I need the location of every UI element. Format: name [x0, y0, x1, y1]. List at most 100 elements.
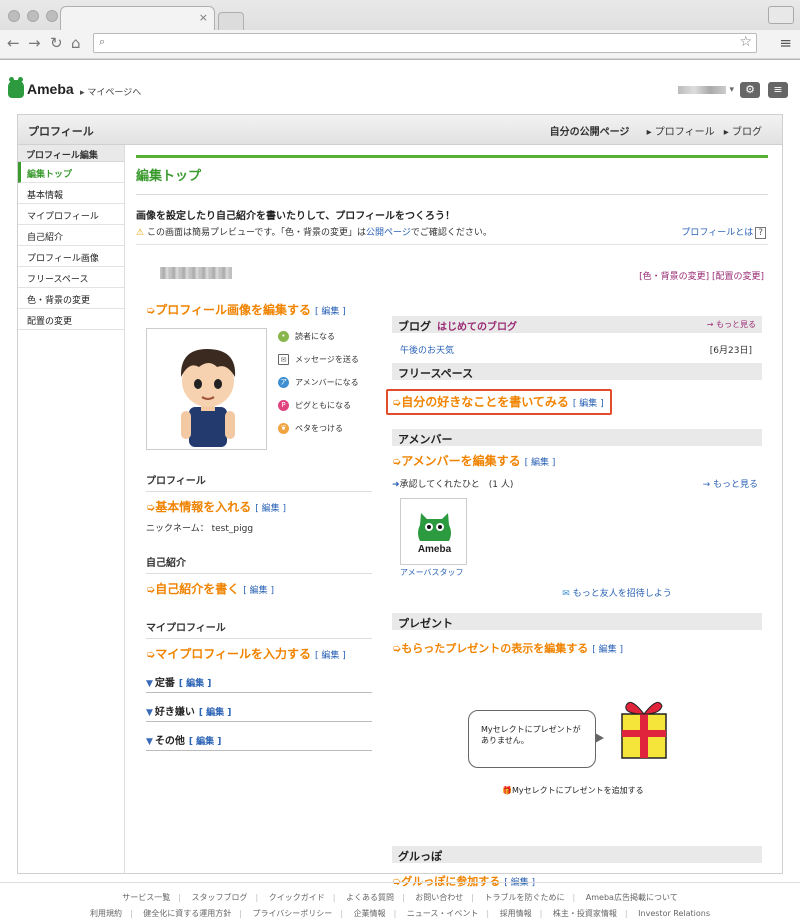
new-tab-button[interactable]	[218, 12, 244, 30]
profile-section-title: プロフィール	[146, 472, 372, 492]
edit-link[interactable]: [ 編集 ]	[592, 645, 623, 655]
title-rule	[136, 155, 768, 158]
footer: サービス一覧 | スタッフブログ | クイックガイド | よくある質問 | お問い合わせ…	[0, 882, 800, 924]
free-space-highlight: ➭自分の好きなことを書いてみる [ 編集 ]	[386, 389, 612, 415]
blog-entry-row: 午後のお天気 [6月23日]	[392, 333, 762, 363]
footer-link[interactable]: スタッフブログ	[192, 893, 248, 902]
arrow-right-icon: ➭	[392, 642, 402, 655]
sidebar-item-self-intro[interactable]: 自己紹介	[18, 225, 124, 246]
browser-menu-icon[interactable]: ≡	[779, 34, 792, 52]
back-icon[interactable]: ←	[7, 34, 20, 52]
minimize-window-icon[interactable]	[27, 10, 39, 22]
blog-more-link[interactable]: → もっと見る	[707, 319, 756, 330]
blog-entry-date: [6月23日]	[709, 346, 752, 356]
sidebar-item-free-space[interactable]: フリースペース	[18, 267, 124, 288]
footer-link[interactable]: ニュース・イベント	[407, 909, 479, 918]
add-present-link[interactable]: 🎁Myセレクトにプレゼントを追加する	[502, 786, 652, 796]
public-page-link[interactable]: 自分の公開ページ	[550, 127, 630, 138]
arrow-right-icon: ➭	[392, 396, 402, 409]
footer-link[interactable]: 利用規約	[90, 909, 122, 918]
fullscreen-button[interactable]	[768, 6, 794, 24]
send-message-link[interactable]: ✉ メッセージを送る	[278, 348, 359, 371]
become-amember-link[interactable]: アアメンバーになる	[278, 371, 359, 394]
edit-link[interactable]: [ 編集 ]	[573, 399, 604, 409]
present-area: Myセレクトにプレゼントが ありません。 🎁Myセレクトにプレゼントを追加する	[392, 656, 762, 806]
basic-info-link[interactable]: ➭基本情報を入れる	[146, 500, 251, 514]
triangle-down-icon: ▼	[146, 679, 153, 689]
footer-link[interactable]: Ameba広告掲載について	[586, 893, 678, 902]
input-myprofile-link[interactable]: ➭マイプロフィールを入力する	[146, 647, 311, 661]
nickname: ニックネーム： test_pigg	[146, 524, 254, 534]
user-menu[interactable]: ▾	[678, 85, 734, 95]
svg-text:Ameba: Ameba	[418, 544, 452, 555]
write-free-space-link[interactable]: ➭自分の好きなことを書いてみる	[392, 395, 569, 409]
ameba-logo[interactable]: Ameba	[8, 77, 74, 98]
menu-button[interactable]: ≡	[768, 82, 788, 98]
edit-amember-link[interactable]: ➭アメンバーを編集する	[392, 454, 521, 468]
bookmark-star-icon[interactable]: ☆	[739, 34, 752, 50]
edit-link[interactable]: [ 編集 ]	[255, 504, 286, 514]
forward-icon[interactable]: →	[28, 34, 41, 52]
close-window-icon[interactable]	[8, 10, 20, 22]
sidebar-item-basic-info[interactable]: 基本情報	[18, 183, 124, 204]
amember-more-link[interactable]: → もっと見る	[703, 477, 758, 490]
footer-link[interactable]: トラブルを防ぐために	[485, 893, 565, 902]
edit-link[interactable]: [ 編集 ]	[525, 458, 556, 468]
about-profile-link[interactable]: プロフィールとは?	[681, 225, 766, 239]
edit-link[interactable]: [ 編集 ]	[315, 307, 346, 317]
write-intro-link[interactable]: ➭自己紹介を書く	[146, 582, 239, 596]
address-bar[interactable]: ⌕ ☆	[93, 33, 757, 53]
profile-link[interactable]: ▸ プロフィール	[647, 127, 715, 138]
footer-link[interactable]: サービス一覧	[122, 893, 170, 902]
edit-profile-image-link[interactable]: ➭プロフィール画像を編集する	[146, 303, 311, 317]
close-tab-icon[interactable]: ×	[199, 11, 208, 24]
edit-link[interactable]: [ 編集 ]	[315, 651, 346, 661]
footer-link[interactable]: クイックガイド	[269, 893, 325, 902]
peta-link[interactable]: ❦ ペタをつける	[278, 417, 359, 440]
avatar[interactable]	[146, 328, 267, 450]
blog-name-link[interactable]: はじめてのブログ	[437, 322, 517, 333]
zoom-window-icon[interactable]	[46, 10, 58, 22]
footer-link[interactable]: 株主・投資家情報	[553, 909, 617, 918]
list-icon: ≡	[773, 83, 783, 96]
color-layout-links[interactable]: [色・背景の変更] [配置の変更]	[639, 269, 764, 282]
intro-text: 画像を設定したり自己紹介を書いたりして、プロフィールをつくろう！	[136, 211, 455, 222]
sidebar-item-layout[interactable]: 配置の変更	[18, 309, 124, 330]
toggle-other[interactable]: ▼ その他[ 編集 ]	[146, 732, 372, 751]
footer-link[interactable]: お問い合わせ	[415, 893, 463, 902]
blog-entry-link[interactable]: 午後のお天気	[400, 346, 454, 356]
toggle-likes[interactable]: ▼ 好き嫌い[ 編集 ]	[146, 703, 372, 722]
sidebar-item-edit-top[interactable]: 編集トップ	[18, 162, 124, 183]
footer-link[interactable]: Investor Relations	[638, 909, 710, 918]
main-content: 編集トップ 画像を設定したり自己紹介を書いたりして、プロフィールをつくろう！ ⚠…	[136, 155, 770, 888]
invite-friends-link[interactable]: ✉ もっと友人を招待しよう	[472, 586, 762, 599]
staff-name-link[interactable]: アメーバスタッフ	[400, 567, 762, 578]
sidebar-item-my-profile[interactable]: マイプロフィール	[18, 204, 124, 225]
edit-link[interactable]: [ 編集 ]	[243, 586, 274, 596]
intro-section-title: 自己紹介	[146, 554, 372, 574]
mypage-link[interactable]: ▸ マイページへ	[80, 85, 141, 98]
footer-link[interactable]: 採用情報	[500, 909, 532, 918]
become-reader-link[interactable]: • 読者になる	[278, 325, 359, 348]
footer-link[interactable]: 企業情報	[354, 909, 386, 918]
sidebar-item-profile-image[interactable]: プロフィール画像	[18, 246, 124, 267]
public-page-inline-link[interactable]: 公開ページ	[366, 228, 411, 238]
footer-link[interactable]: 健全化に資する運用方針	[143, 909, 231, 918]
blog-link[interactable]: ▸ ブログ	[724, 127, 762, 138]
edit-present-link[interactable]: ➭もらったプレゼントの表示を編集する	[392, 642, 588, 655]
footer-link[interactable]: プライバシーポリシー	[252, 909, 332, 918]
reload-icon[interactable]: ↻	[50, 34, 63, 52]
staff-avatar[interactable]: Ameba	[400, 498, 467, 565]
footer-link[interactable]: よくある質問	[346, 893, 394, 902]
sidebar-item-color-bg[interactable]: 色・背景の変更	[18, 288, 124, 309]
home-icon[interactable]: ⌂	[71, 34, 81, 52]
envelope-icon: ✉	[278, 354, 289, 365]
window-controls[interactable]	[8, 10, 58, 22]
pigg-friend-link[interactable]: P ピグともになる	[278, 394, 359, 417]
user-name-blurred	[678, 86, 727, 94]
arrow-right-icon: ➭	[146, 583, 156, 596]
settings-button[interactable]: ⚙	[740, 82, 760, 98]
browser-tab[interactable]: ×	[60, 6, 215, 30]
toggle-standard[interactable]: ▼ 定番[ 編集 ]	[146, 674, 372, 693]
search-icon: ⌕	[99, 35, 106, 48]
